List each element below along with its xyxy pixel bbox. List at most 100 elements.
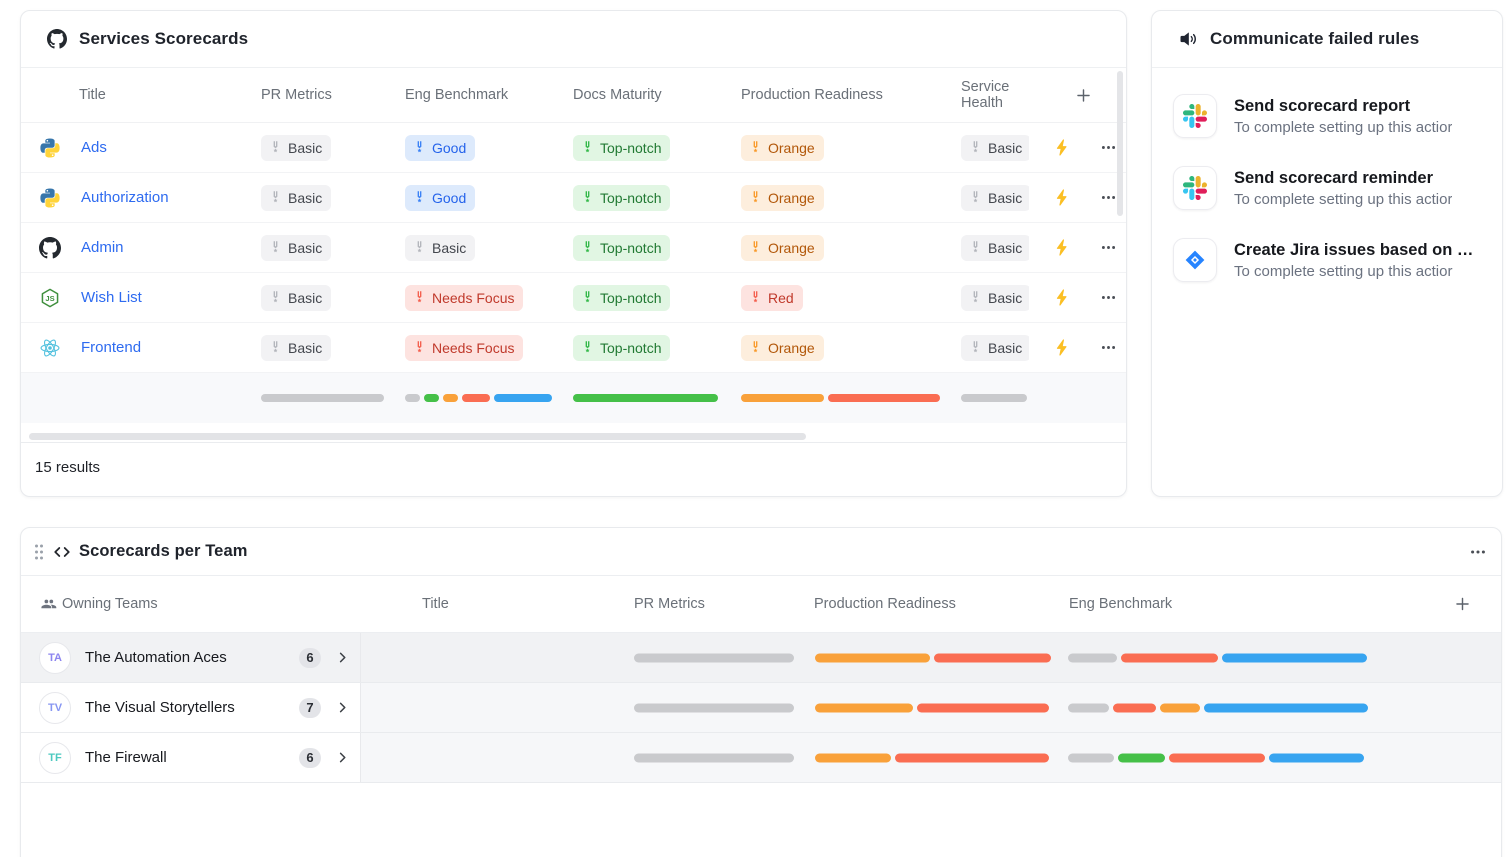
- team-name: The Automation Aces: [85, 649, 285, 666]
- team-name-cell[interactable]: TVThe Visual Storytellers7: [21, 683, 361, 732]
- badge-eng-label: Needs Focus: [432, 290, 514, 306]
- rule-item[interactable]: Create Jira issues based on …To complete…: [1152, 224, 1502, 296]
- badge-svc-label: Basic: [988, 140, 1022, 156]
- row-menu-button[interactable]: [1098, 187, 1119, 208]
- lightning-action-button[interactable]: [1051, 336, 1074, 359]
- teams-card-header: Scorecards per Team: [21, 528, 1501, 576]
- service-link[interactable]: Authorization: [81, 189, 169, 206]
- lightning-action-button[interactable]: [1051, 236, 1074, 259]
- team-row[interactable]: TFThe Firewall6: [21, 733, 1501, 783]
- service-row[interactable]: FrontendBasicNeeds FocusTop-notchOrangeB…: [21, 323, 1126, 373]
- column-header-pr-metrics[interactable]: PR Metrics: [634, 596, 705, 612]
- badge-eng: Needs Focus: [405, 335, 523, 361]
- service-title-cell: JS Wish List: [21, 287, 261, 309]
- skeleton-bar: [634, 653, 794, 662]
- column-header-pr-metrics[interactable]: PR Metrics: [261, 87, 405, 103]
- add-column-button[interactable]: [1452, 594, 1473, 615]
- service-row[interactable]: AuthorizationBasicGoodTop-notchOrangeBas…: [21, 173, 1126, 223]
- service-pr-cell: Basic: [261, 335, 405, 361]
- horizontal-scrollbar[interactable]: [29, 433, 806, 440]
- medal-icon: [968, 140, 983, 155]
- row-menu-button[interactable]: [1098, 237, 1119, 258]
- column-header-service-health[interactable]: Service Health: [961, 79, 1029, 111]
- row-menu-button[interactable]: [1098, 287, 1119, 308]
- badge-svc: Basic: [961, 135, 1029, 161]
- team-prod-bars: [815, 653, 1051, 662]
- medal-icon: [412, 290, 427, 305]
- lightning-action-button[interactable]: [1051, 286, 1074, 309]
- megaphone-icon: [1178, 29, 1198, 49]
- people-icon: [40, 596, 57, 613]
- service-row[interactable]: AdminBasicBasicTop-notchOrangeBasic: [21, 223, 1126, 273]
- column-header-owning-teams[interactable]: Owning Teams: [62, 596, 158, 612]
- vertical-scrollbar[interactable]: [1117, 71, 1123, 216]
- service-link[interactable]: Wish List: [81, 289, 142, 306]
- team-eng-bars: [1068, 703, 1368, 712]
- column-header-eng-benchmark[interactable]: Eng Benchmark: [1069, 596, 1172, 612]
- team-name-cell[interactable]: TAThe Automation Aces6: [21, 633, 361, 682]
- badge-docs-label: Top-notch: [600, 190, 661, 206]
- team-pr-bars: [634, 703, 794, 712]
- team-avatar: TF: [39, 742, 71, 774]
- lightning-action-button[interactable]: [1051, 186, 1074, 209]
- rule-item-subtitle: To complete setting up this actior: [1234, 119, 1452, 136]
- rule-item[interactable]: Send scorecard reminderTo complete setti…: [1152, 152, 1502, 224]
- row-menu-button[interactable]: [1098, 137, 1119, 158]
- badge-pr-label: Basic: [288, 140, 322, 156]
- column-header-production-readiness[interactable]: Production Readiness: [814, 596, 956, 612]
- service-link[interactable]: Frontend: [81, 339, 141, 356]
- summary-svc-bars: [961, 394, 1027, 402]
- column-header-docs-maturity[interactable]: Docs Maturity: [573, 87, 741, 103]
- skeleton-bar: [424, 394, 439, 402]
- badge-prod: Orange: [741, 235, 824, 261]
- chevron-right-icon[interactable]: [335, 650, 350, 665]
- drag-handle-icon[interactable]: [33, 543, 45, 561]
- service-row[interactable]: JSWish ListBasicNeeds FocusTop-notchRedB…: [21, 273, 1126, 323]
- badge-docs: Top-notch: [573, 135, 670, 161]
- skeleton-bar: [634, 703, 794, 712]
- column-header-eng-benchmark[interactable]: Eng Benchmark: [405, 87, 573, 103]
- skeleton-bar: [1118, 753, 1165, 762]
- skeleton-bar: [1269, 753, 1364, 762]
- slack-icon: [1183, 176, 1207, 200]
- chevron-right-icon[interactable]: [335, 750, 350, 765]
- skeleton-bar: [1160, 703, 1200, 712]
- dashboard: Services Scorecards TitlePR MetricsEng B…: [0, 0, 1511, 857]
- add-column-button[interactable]: [1073, 85, 1094, 106]
- summary-pr-cell: [261, 394, 405, 402]
- skeleton-bar: [895, 753, 1049, 762]
- teams-card-title: Scorecards per Team: [79, 542, 248, 561]
- badge-docs-label: Top-notch: [600, 240, 661, 256]
- skeleton-bar: [934, 653, 1051, 662]
- skeleton-bar: [828, 394, 940, 402]
- card-menu-button[interactable]: [1467, 541, 1489, 563]
- service-row[interactable]: AdsBasicGoodTop-notchOrangeBasic: [21, 123, 1126, 173]
- chevron-right-icon[interactable]: [335, 700, 350, 715]
- service-link[interactable]: Admin: [81, 239, 124, 256]
- badge-svc: Basic: [961, 335, 1029, 361]
- badge-docs: Top-notch: [573, 235, 670, 261]
- team-row[interactable]: TVThe Visual Storytellers7: [21, 683, 1501, 733]
- summary-eng-bars: [405, 394, 552, 402]
- badge-svc: Basic: [961, 285, 1029, 311]
- row-menu-button[interactable]: [1098, 337, 1119, 358]
- nodejs-icon: JS: [39, 287, 61, 309]
- dots-menu-icon: [1100, 239, 1117, 256]
- team-row[interactable]: TAThe Automation Aces6: [21, 633, 1501, 683]
- rule-item-text: Create Jira issues based on …To complete…: [1234, 241, 1473, 280]
- rule-icon-tile: [1173, 94, 1217, 138]
- service-prod-cell: Orange: [741, 235, 961, 261]
- summary-eng-cell: [405, 394, 573, 402]
- rule-item[interactable]: Send scorecard reportTo complete setting…: [1152, 80, 1502, 152]
- column-header-title[interactable]: Title: [422, 596, 449, 612]
- service-link[interactable]: Ads: [81, 139, 107, 156]
- team-name-cell[interactable]: TFThe Firewall6: [21, 733, 361, 782]
- summary-prod-cell: [741, 394, 961, 402]
- summary-docs-bars: [573, 394, 718, 402]
- column-header-title[interactable]: Title: [21, 87, 261, 103]
- lightning-action-button[interactable]: [1051, 136, 1074, 159]
- medal-icon: [412, 240, 427, 255]
- column-header-production-readiness[interactable]: Production Readiness: [741, 87, 961, 103]
- medal-icon: [268, 190, 283, 205]
- services-table-header: TitlePR MetricsEng BenchmarkDocs Maturit…: [21, 68, 1126, 123]
